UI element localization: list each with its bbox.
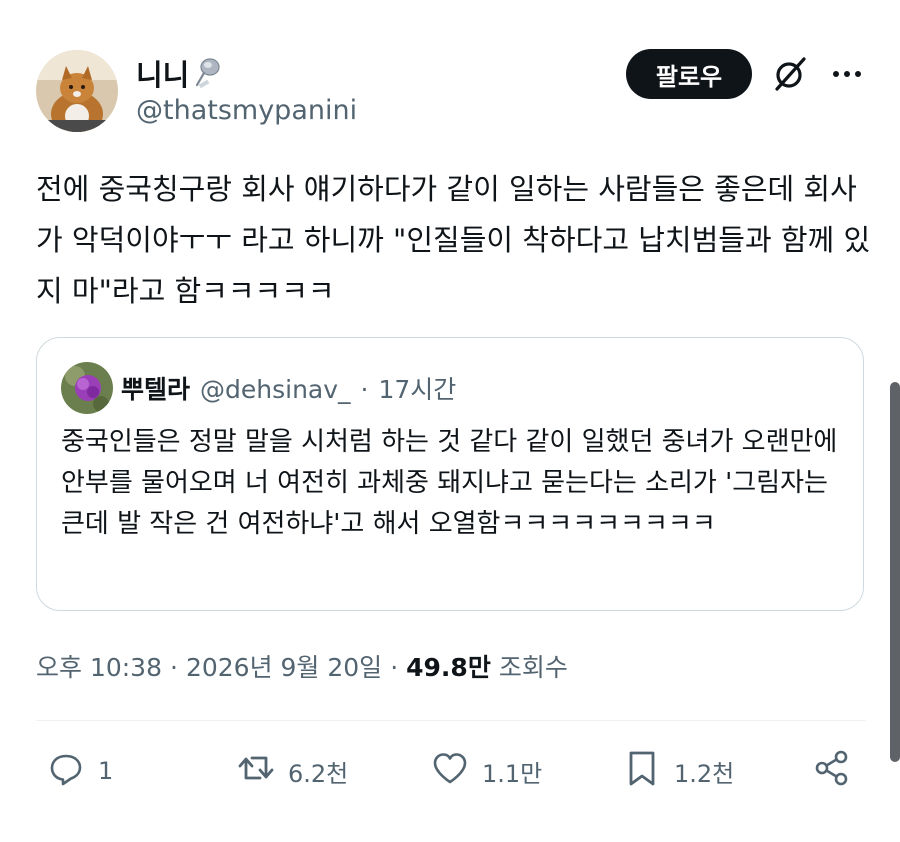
tweet-time[interactable]: 오후 10:38 <box>36 648 162 684</box>
pushpin-icon <box>193 57 221 89</box>
reply-count: 1 <box>98 757 114 785</box>
author-handle[interactable]: @thatsmypanini <box>136 95 357 126</box>
quote-author-avatar[interactable] <box>61 362 113 414</box>
bookmark-icon <box>622 748 662 794</box>
quote-tweet-card[interactable]: 뿌텔라 @dehsinav_ · 17시간 중국인들은 정말 말을 시처럼 하는… <box>36 337 864 611</box>
more-options-icon[interactable] <box>830 60 864 88</box>
retweet-button[interactable]: 6.2천 <box>236 748 348 794</box>
follow-button[interactable]: 팔로우 <box>626 49 752 99</box>
meta-separator: · <box>390 653 399 682</box>
quote-text: 중국인들은 정말 말을 시처럼 하는 것 같다 같이 일했던 중녀가 오랜만에 … <box>61 427 838 539</box>
author-name-row[interactable]: 니니 <box>136 52 221 94</box>
grok-icon[interactable] <box>772 56 808 92</box>
quote-separator: · <box>360 375 369 404</box>
tweet-date[interactable]: 2026년 9월 20일 <box>186 648 382 684</box>
quote-header: 뿌텔라 @dehsinav_ · 17시간 <box>121 370 456 406</box>
reply-icon <box>46 748 86 794</box>
bookmark-button[interactable]: 1.2천 <box>622 748 734 794</box>
author-display-name[interactable]: 니니 <box>136 52 189 94</box>
scrollbar[interactable] <box>890 382 900 762</box>
author-avatar[interactable] <box>36 50 118 132</box>
quote-author-handle[interactable]: @dehsinav_ <box>200 375 351 404</box>
like-count: 1.1만 <box>482 759 543 788</box>
meta-separator: · <box>170 653 178 682</box>
retweet-count: 6.2천 <box>288 759 349 788</box>
tweet-meta: 오후 10:38 · 2026년 9월 20일 · 49.8만 조회수 <box>36 648 568 684</box>
divider <box>36 720 866 721</box>
retweet-icon <box>236 748 276 794</box>
views-count: 49.8만 <box>406 653 491 682</box>
bookmark-count: 1.2천 <box>674 759 735 788</box>
quote-timestamp: 17시간 <box>378 375 457 404</box>
tweet-text: 전에 중국칭구랑 회사 얘기하다가 같이 일하는 사람들은 좋은데 회사가 악덕… <box>36 172 871 308</box>
quote-author-name[interactable]: 뿌텔라 <box>121 370 190 406</box>
like-button[interactable]: 1.1만 <box>430 748 542 794</box>
views-label: 조회수 <box>498 653 568 682</box>
share-button[interactable] <box>812 748 852 794</box>
heart-icon <box>430 748 470 794</box>
share-icon <box>812 748 852 794</box>
reply-button[interactable]: 1 <box>46 748 113 794</box>
